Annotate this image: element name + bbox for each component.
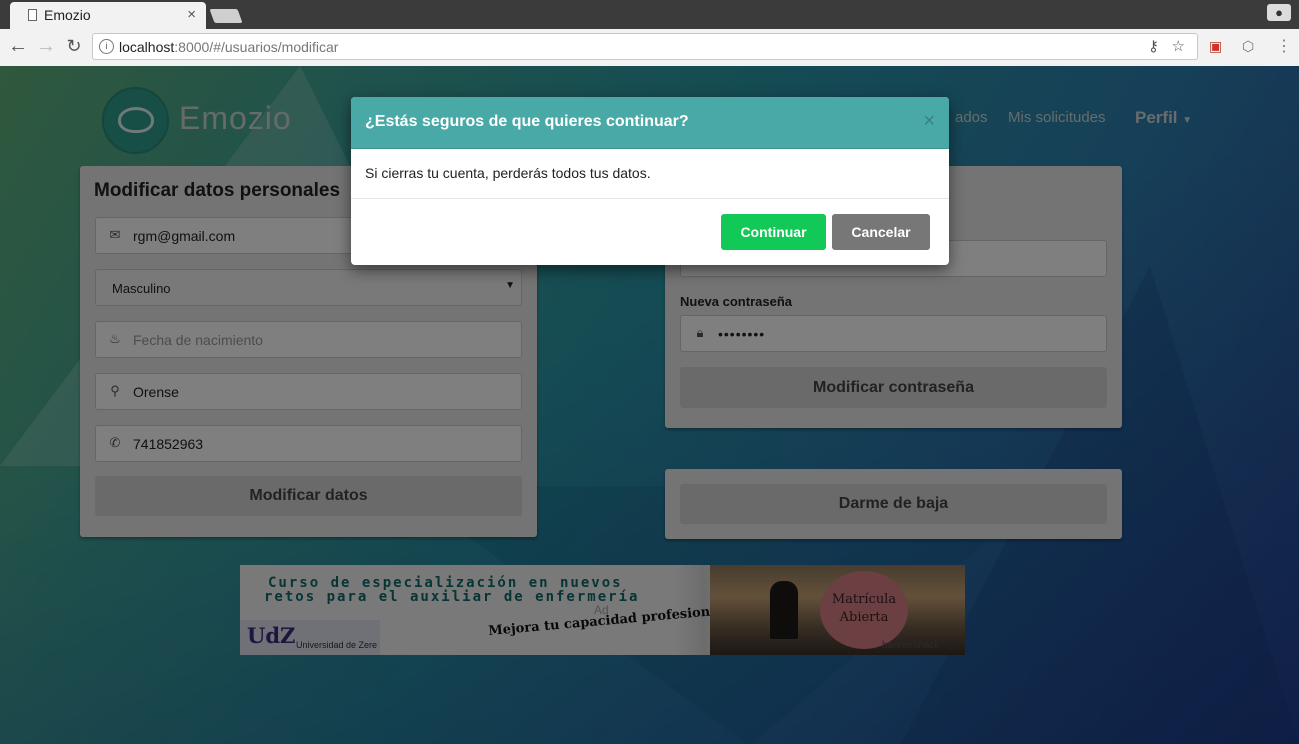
modal-title: ¿Estás seguros de que quieres continuar? xyxy=(365,113,689,130)
address-bar[interactable]: i localhost:8000/#/usuarios/modificar ⚷ … xyxy=(92,33,1198,60)
forward-arrow-icon[interactable]: → xyxy=(34,35,58,57)
menu-icon[interactable]: ⋮ xyxy=(1276,36,1292,56)
modal-body-text: Si cierras tu cuenta, perderás todos tus… xyxy=(365,165,651,181)
url-host: localhost xyxy=(119,39,175,55)
profile-icon[interactable]: ● xyxy=(1267,4,1291,21)
key-icon[interactable]: ⚷ xyxy=(1148,37,1159,55)
extension-icon[interactable]: ▣ xyxy=(1209,38,1222,55)
star-icon[interactable]: ☆ xyxy=(1172,37,1185,55)
modal-divider xyxy=(351,198,949,199)
url-text: localhost:8000/#/usuarios/modificar xyxy=(119,39,338,55)
new-tab-button[interactable] xyxy=(209,9,243,23)
angular-extension-icon[interactable]: ⬡ xyxy=(1242,38,1254,55)
continue-button[interactable]: Continuar xyxy=(721,214,826,250)
cancel-button[interactable]: Cancelar xyxy=(832,214,930,250)
reload-icon[interactable]: ↻ xyxy=(62,35,86,57)
modal-header: ¿Estás seguros de que quieres continuar?… xyxy=(351,97,949,149)
close-icon[interactable]: × xyxy=(923,110,935,133)
confirm-modal: ¿Estás seguros de que quieres continuar?… xyxy=(351,97,949,265)
tab-close-icon[interactable]: × xyxy=(187,6,196,23)
url-path: :8000/#/usuarios/modificar xyxy=(174,39,339,55)
browser-tab-bar: Emozio × ● xyxy=(0,0,1299,29)
info-icon[interactable]: i xyxy=(99,39,114,54)
document-icon xyxy=(28,9,37,21)
browser-toolbar: ← → ↻ i localhost:8000/#/usuarios/modifi… xyxy=(0,29,1299,67)
tab-title: Emozio xyxy=(44,7,91,23)
browser-tab[interactable]: Emozio × xyxy=(10,2,206,29)
back-arrow-icon[interactable]: ← xyxy=(6,35,30,57)
